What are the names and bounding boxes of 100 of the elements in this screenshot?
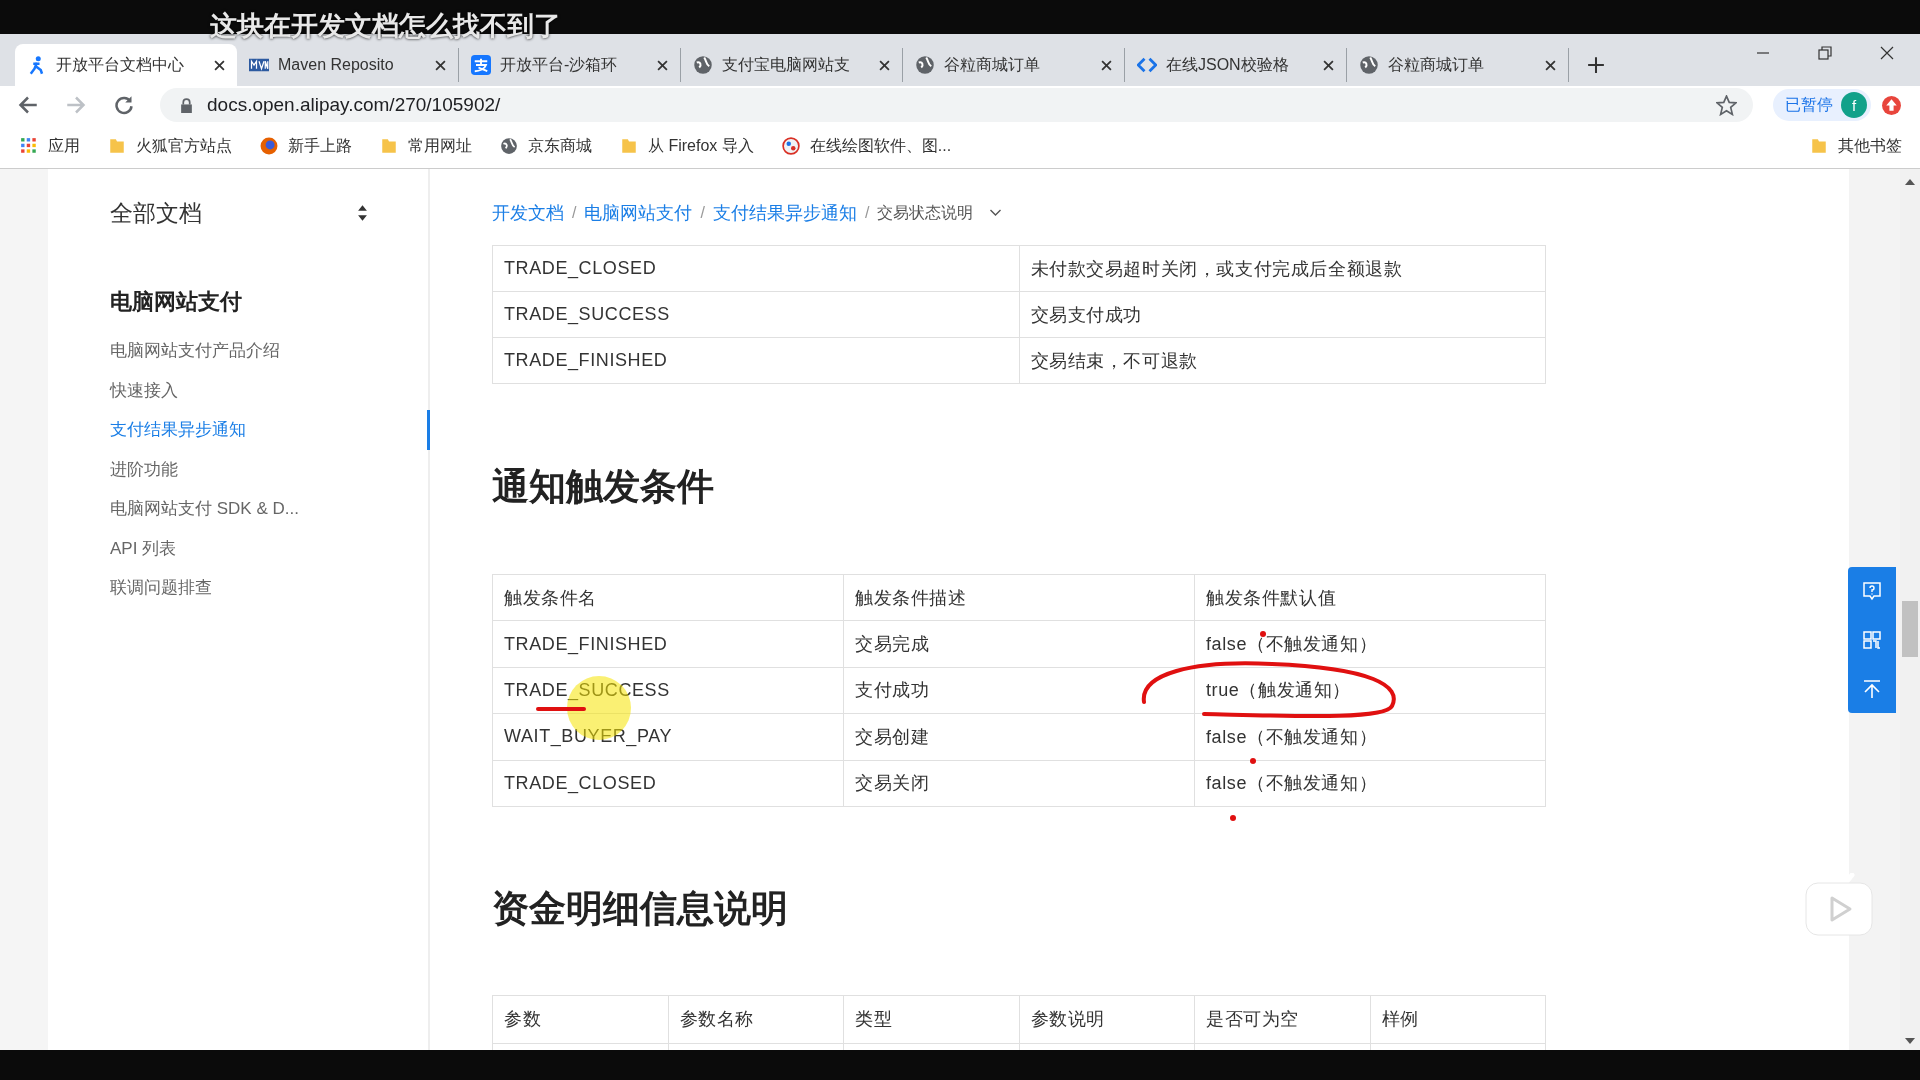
column-header: 是否可为空 [1194, 995, 1370, 1044]
column-header: 参数 [492, 995, 668, 1044]
folder-icon [108, 137, 126, 155]
new-tab-icon[interactable] [1587, 56, 1605, 74]
breadcrumb-link[interactable]: 电脑网站支付 [584, 201, 693, 225]
breadcrumb-separator: / [572, 204, 577, 222]
breadcrumb-link[interactable]: 开发文档 [492, 201, 564, 225]
pen-underline-mark [536, 707, 586, 711]
table-cell: TRADE_CLOSED [492, 245, 1019, 292]
globe-icon [693, 55, 713, 75]
scrollbar-thumb[interactable] [1902, 601, 1918, 657]
back-to-top-icon[interactable] [1862, 678, 1882, 699]
sidebar-item[interactable]: 电脑网站支付产品介绍 [48, 331, 430, 371]
table-cell: 交易完成 [843, 620, 1195, 668]
close-icon[interactable] [879, 59, 890, 71]
sidebar-item[interactable]: 电脑网站支付 SDK & D... [48, 489, 430, 529]
bookmark[interactable]: 其他书签 [1810, 135, 1902, 157]
bookmark[interactable]: 从 Firefox 导入 [620, 135, 754, 157]
table-cell: 交易关闭 [843, 760, 1195, 807]
table-cell: TRADE_CLOSED [492, 760, 844, 807]
table-cell: 未付款交易超时关闭，或支付完成后全额退款 [1019, 245, 1546, 292]
browser-tab[interactable]: Maven Reposito [237, 48, 459, 82]
breadcrumb-link[interactable]: 支付结果异步通知 [712, 201, 857, 225]
browser-tab[interactable]: 在线JSON校验格 [1125, 48, 1347, 82]
bookmark[interactable]: 新手上路 [260, 135, 352, 157]
docs-selector[interactable]: 全部文档 [110, 197, 202, 229]
breadcrumb-dropdown[interactable]: 交易状态说明 [877, 202, 974, 224]
sidebar-item[interactable]: API 列表 [48, 528, 430, 568]
sort-icon[interactable] [357, 204, 368, 222]
table-cell: TRADE_FINISHED [492, 337, 1019, 384]
sidebar-item[interactable]: 支付结果异步通知 [48, 410, 430, 450]
browser-tab[interactable]: 谷粒商城订单 [903, 48, 1125, 82]
table-cell: 交易支付成功 [1019, 291, 1546, 338]
breadcrumb-separator: / [864, 204, 870, 222]
section-title: 电脑网站支付 [110, 288, 243, 316]
reload-icon[interactable] [114, 95, 134, 115]
table-cell: WAIT_BUYER_PAY [492, 713, 844, 761]
close-icon[interactable] [657, 59, 668, 71]
address-field[interactable]: docs.open.alipay.com/270/105902/ [160, 88, 1753, 122]
close-icon[interactable] [214, 59, 225, 71]
scroll-up-icon[interactable] [1905, 179, 1915, 185]
bookmark[interactable]: 京东商城 [500, 135, 592, 157]
scroll-down-icon[interactable] [1905, 1038, 1915, 1044]
column-header: 触发条件名 [492, 574, 844, 621]
table-cell: false（不触发通知） [1194, 760, 1546, 807]
browser-tab[interactable]: 开放平台文档中心 [15, 44, 237, 86]
section-heading: 通知触发条件 [492, 465, 714, 509]
code-icon [1137, 55, 1157, 75]
star-icon[interactable] [1716, 94, 1737, 116]
sidebar-item[interactable]: 快速接入 [48, 370, 430, 410]
section-heading: 资金明细信息说明 [492, 886, 788, 931]
pen-dot [1250, 758, 1256, 764]
folder-icon [620, 137, 638, 155]
folder-icon [1810, 137, 1828, 155]
table-cell: TRADE_FINISHED [492, 620, 844, 668]
sidebar-item[interactable]: 联调问题排查 [48, 568, 430, 608]
breadcrumb-separator: / [700, 204, 705, 222]
pen-dot [1260, 631, 1266, 637]
close-icon[interactable] [1323, 59, 1334, 71]
bookmark[interactable]: 常用网址 [380, 135, 472, 157]
sidebar-item[interactable]: 进阶功能 [48, 449, 430, 489]
close-icon[interactable] [1880, 46, 1894, 60]
lock-icon [180, 97, 193, 113]
table-cell: true（触发通知） [1194, 667, 1546, 714]
chevron-down-icon[interactable] [989, 209, 1003, 217]
fox-icon [260, 137, 278, 155]
globe-icon [500, 137, 518, 155]
column-header: 触发条件默认值 [1194, 574, 1546, 621]
close-icon[interactable] [435, 59, 446, 71]
restore-icon[interactable] [1818, 46, 1832, 60]
globe-icon [1359, 55, 1379, 75]
table-cell: TRADE_SUCCESS [492, 291, 1019, 338]
table-cell: false（不触发通知） [1194, 713, 1546, 761]
bookmark[interactable]: 在线绘图软件、图... [781, 135, 952, 157]
update-icon[interactable] [1881, 94, 1902, 116]
browser-tab[interactable]: 支付宝电脑网站支 [681, 48, 903, 82]
video-caption: 这块在开发文档怎么找不到了 [210, 10, 561, 42]
column-header: 参数说明 [1019, 995, 1195, 1044]
qr-code-icon[interactable] [1862, 630, 1882, 650]
globe-icon [915, 55, 935, 75]
table-cell: 交易创建 [843, 713, 1195, 761]
palette-icon [781, 137, 800, 155]
help-icon[interactable] [1862, 581, 1882, 602]
table-cell: 支付成功 [843, 667, 1195, 714]
close-icon[interactable] [1545, 59, 1556, 71]
pen-dot [1230, 815, 1236, 821]
column-header: 参数名称 [668, 995, 844, 1044]
apps-icon [20, 137, 38, 155]
back-icon[interactable] [18, 95, 38, 115]
bookmark[interactable]: 火狐官方站点 [108, 135, 232, 157]
profile-button[interactable]: 已暂停 f [1773, 89, 1871, 121]
column-header: 类型 [843, 995, 1019, 1044]
bookmark[interactable]: 应用 [20, 135, 80, 157]
browser-tab[interactable]: 开放平台-沙箱环 [459, 48, 681, 82]
column-header: 触发条件描述 [843, 574, 1195, 621]
close-icon[interactable] [1101, 59, 1112, 71]
browser-tab[interactable]: 谷粒商城订单 [1347, 48, 1569, 82]
alipay-icon [471, 55, 491, 75]
column-header: 样例 [1370, 995, 1546, 1044]
table-cell: 交易结束，不可退款 [1019, 337, 1546, 384]
